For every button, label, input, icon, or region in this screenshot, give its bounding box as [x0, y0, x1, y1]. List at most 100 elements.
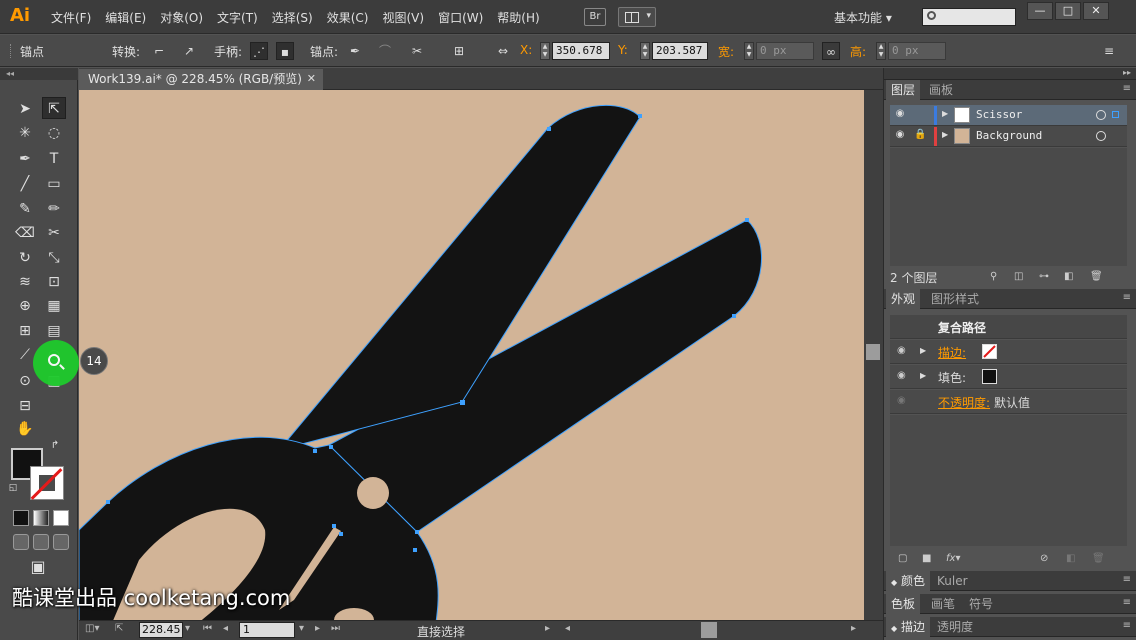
mesh-tool-icon[interactable]: ⊞	[13, 320, 37, 342]
scissors-tool-icon[interactable]: ✂	[42, 222, 66, 244]
layer-target-icon[interactable]	[1096, 131, 1106, 141]
anchor-point[interactable]	[329, 445, 333, 449]
magic-wand-tool-icon[interactable]: ✳	[13, 122, 37, 144]
last-artboard-icon[interactable]: ⏭	[331, 623, 340, 634]
draw-behind-icon[interactable]	[33, 534, 49, 550]
anchor-point[interactable]	[332, 524, 336, 528]
help-search-input[interactable]	[922, 8, 1016, 26]
symbol-sprayer-tool-icon[interactable]: ⊙	[13, 370, 37, 392]
layer-name[interactable]: Scissor	[976, 108, 1022, 121]
visibility-eye-icon[interactable]: ◉	[897, 370, 906, 381]
artboard-dropdown-icon[interactable]: ▾	[299, 623, 304, 634]
menu-effect[interactable]: 效果(C)	[320, 9, 376, 26]
artboard-number-input[interactable]: 1	[239, 622, 295, 638]
dock-collapse-bar[interactable]: ▸▸	[884, 68, 1136, 80]
tab-artboards[interactable]: 画板	[924, 80, 958, 100]
document-tab[interactable]: Work139.ai* @ 228.45% (RGB/预览) ✕	[79, 69, 323, 90]
tab-color[interactable]: ◆ 颜色	[886, 571, 930, 591]
menu-file[interactable]: 文件(F)	[44, 9, 98, 26]
delete-layer-icon[interactable]: 🗑	[1090, 271, 1103, 282]
x-coordinate-input[interactable]: 350.678 p	[552, 42, 610, 60]
anchor-point[interactable]	[547, 127, 551, 131]
swap-colors-icon[interactable]: ↱	[48, 440, 62, 452]
expand-arrow-icon[interactable]: ▶	[942, 130, 948, 139]
panel-menu-icon[interactable]: ≡	[1100, 42, 1118, 60]
layer-name[interactable]: Background	[976, 129, 1042, 142]
menu-object[interactable]: 对象(O)	[153, 9, 210, 26]
tab-brushes[interactable]: 画笔	[926, 594, 960, 614]
add-stroke-icon[interactable]: ▢	[898, 553, 907, 564]
layer-selection-indicator[interactable]	[1112, 111, 1119, 118]
tab-graphic-styles[interactable]: 图形样式	[926, 289, 984, 309]
add-effect-icon[interactable]: fx▾	[946, 553, 960, 564]
horizontal-scroll-thumb[interactable]	[701, 622, 717, 638]
layer-target-icon[interactable]	[1096, 110, 1106, 120]
status-menu-icon[interactable]: ▸	[545, 623, 550, 634]
lock-icon[interactable]: 🔒	[914, 129, 928, 140]
direct-selection-tool-icon[interactable]: ⇱	[42, 97, 66, 119]
close-icon[interactable]: ✕	[307, 69, 316, 89]
expand-arrow-icon[interactable]: ▶	[920, 346, 926, 355]
stroke-none-swatch[interactable]	[982, 344, 997, 359]
locate-object-icon[interactable]: ⚲	[990, 271, 997, 282]
status-current-tool[interactable]: 直接选择	[417, 623, 465, 640]
tab-symbols[interactable]: 符号	[964, 594, 998, 614]
y-coordinate-input[interactable]: 203.587 p	[652, 42, 708, 60]
panel-menu-icon[interactable]: ≡	[1123, 292, 1131, 303]
visibility-eye-icon[interactable]: ◉	[893, 108, 907, 122]
visibility-eye-icon[interactable]: ◉	[893, 129, 907, 143]
transform-icon[interactable]: ⇔	[494, 42, 512, 60]
anchor-point-selected[interactable]	[460, 400, 465, 405]
appearance-stroke-row[interactable]: ◉ ▶ 描边:	[890, 340, 1127, 364]
add-fill-icon[interactable]: ■	[922, 553, 931, 564]
maximize-button[interactable]: □	[1055, 2, 1081, 20]
paintbrush-tool-icon[interactable]: ✎	[13, 198, 37, 220]
visibility-eye-icon[interactable]: ◉	[897, 345, 906, 356]
y-stepper[interactable]: ▲ ▼	[640, 42, 650, 60]
first-artboard-icon[interactable]: ⏮	[203, 623, 212, 634]
collapse-icon[interactable]: ▸▸	[1123, 68, 1131, 77]
panel-menu-icon[interactable]: ≡	[1123, 597, 1131, 608]
anchor-point[interactable]	[732, 314, 736, 318]
convert-to-corner-icon[interactable]: ⌐	[150, 42, 168, 60]
opacity-link[interactable]: 不透明度:	[938, 394, 990, 411]
zoom-tool-highlight[interactable]	[33, 340, 79, 386]
gradient-tool-icon[interactable]: ▤	[42, 320, 66, 342]
expand-arrow-icon[interactable]: ▶	[920, 371, 926, 380]
hand-tool-icon[interactable]: ✋	[13, 418, 37, 440]
menu-type[interactable]: 文字(T)	[210, 9, 265, 26]
arrange-documents-button[interactable]: ▾	[618, 7, 656, 27]
clipping-mask-icon[interactable]: ◫	[1014, 271, 1023, 282]
menu-help[interactable]: 帮助(H)	[490, 9, 546, 26]
menu-view[interactable]: 视图(V)	[375, 9, 431, 26]
rectangle-tool-icon[interactable]: ▭	[42, 173, 66, 195]
appearance-fill-row[interactable]: ◉ ▶ 填色:	[890, 365, 1127, 389]
free-transform-tool-icon[interactable]: ⊡	[42, 271, 66, 293]
anchor-point[interactable]	[745, 218, 749, 222]
menu-select[interactable]: 选择(S)	[265, 9, 320, 26]
convert-to-smooth-icon[interactable]: ↗	[180, 42, 198, 60]
previous-artboard-icon[interactable]: ◂	[223, 623, 228, 634]
artboard-canvas[interactable]	[79, 90, 864, 620]
panel-menu-icon[interactable]: ≡	[1123, 620, 1131, 631]
scroll-left-icon[interactable]: ◂	[565, 623, 570, 634]
expand-arrow-icon[interactable]: ▶	[942, 109, 948, 118]
vertical-scrollbar[interactable]	[864, 90, 883, 620]
export-icon[interactable]: ⇱	[115, 623, 123, 634]
anchor-point[interactable]	[106, 500, 110, 504]
color-mode-icon[interactable]	[13, 510, 29, 526]
gradient-mode-icon[interactable]	[33, 510, 49, 526]
zoom-dropdown-icon[interactable]: ▾	[185, 623, 190, 634]
menu-edit[interactable]: 编辑(E)	[98, 9, 153, 26]
default-colors-icon[interactable]: ◱	[6, 482, 20, 494]
stroke-color-swatch[interactable]	[30, 466, 64, 500]
constrain-link-icon[interactable]: ∞	[822, 42, 840, 60]
vertical-scroll-thumb[interactable]	[866, 344, 880, 360]
anchor-point[interactable]	[413, 548, 417, 552]
rotate-tool-icon[interactable]: ↻	[13, 247, 37, 269]
tab-layers[interactable]: 图层	[886, 80, 921, 100]
scroll-right-icon[interactable]: ▸	[851, 623, 856, 634]
anchor-point[interactable]	[313, 449, 317, 453]
control-bar-grip[interactable]	[10, 44, 13, 58]
none-mode-icon[interactable]	[53, 510, 69, 526]
